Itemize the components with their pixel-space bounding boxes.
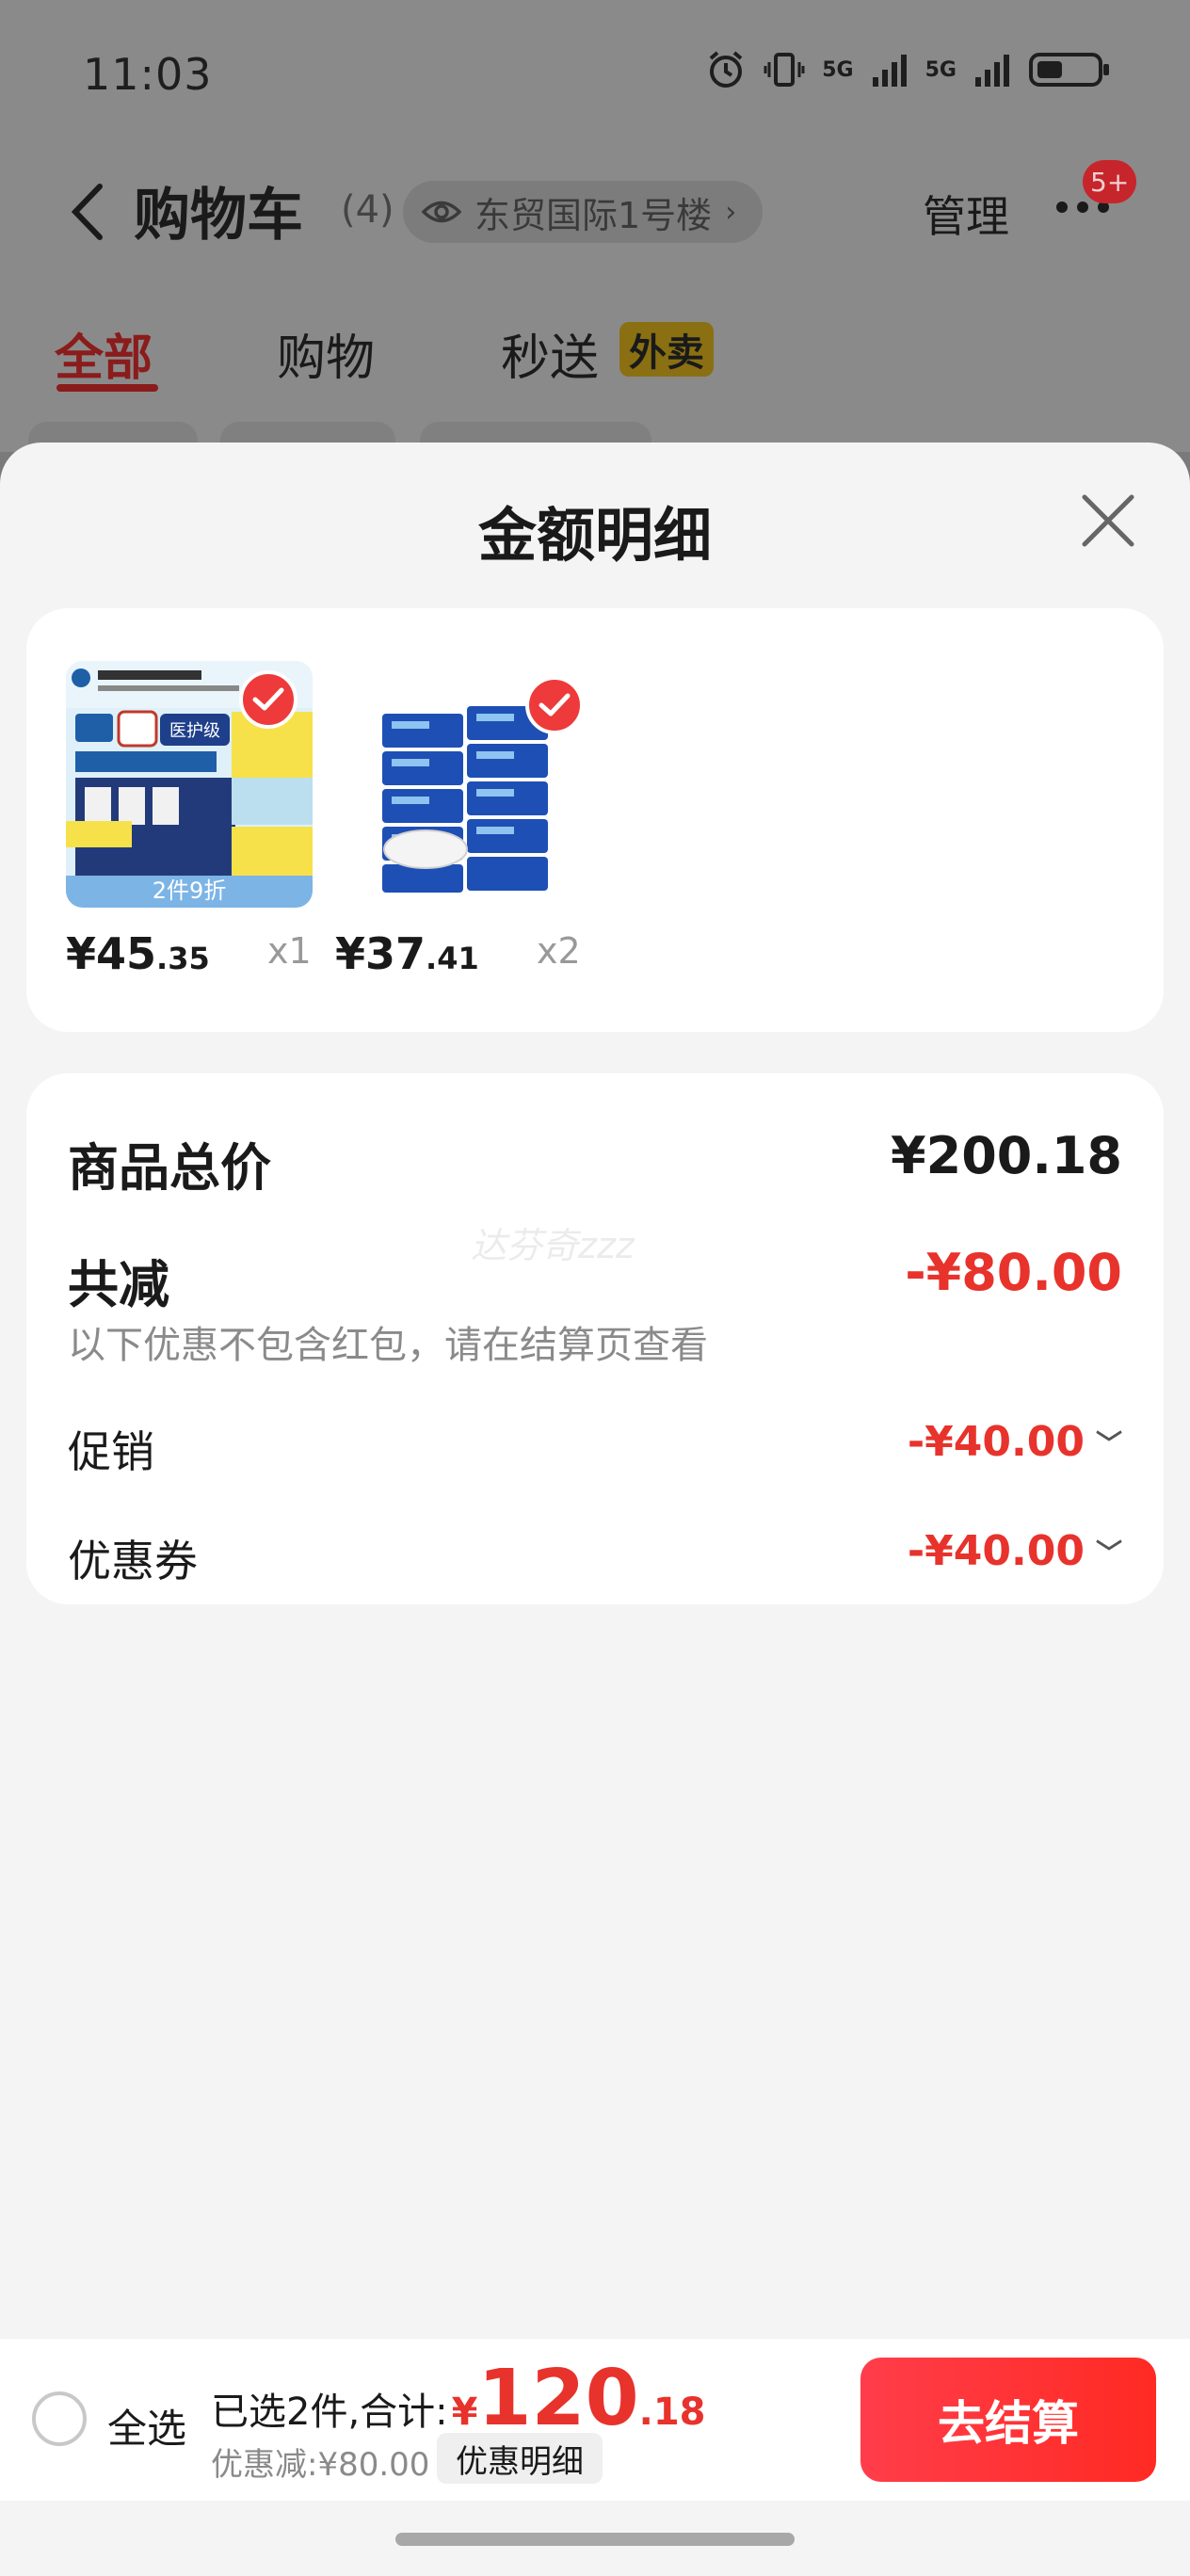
back-arrow-icon[interactable] [64, 179, 111, 245]
price-summary-card: 商品总价 ¥200.18 共减 -¥80.00 以下优惠不包含红包，请在结算页查… [26, 1073, 1164, 1604]
battery-icon [1029, 53, 1109, 87]
manage-button[interactable]: 管理 [923, 183, 1009, 245]
product-item[interactable]: ¥37.41 x2 [335, 661, 608, 981]
total-prefix: 已选2件,合计: [211, 2391, 448, 2434]
total-price-label: 商品总价 [68, 1138, 271, 1198]
page-title: 购物车 [134, 183, 303, 249]
category-tabs: 全部 购物 秒送 外卖 [0, 311, 1190, 395]
tab-shopping[interactable]: 购物 [277, 318, 375, 389]
chevron-down-icon: ﹀ [1095, 1427, 1122, 1459]
network-type-1: 5G [822, 57, 854, 82]
signal-icon-1 [872, 55, 907, 87]
product-price: ¥45.35 [66, 928, 210, 979]
total-integer: 120 [477, 2354, 639, 2443]
select-all-label[interactable]: 全选 [107, 2397, 186, 2455]
status-time: 11:03 [83, 49, 213, 100]
cart-count: (4) [341, 188, 394, 232]
discount-detail-button[interactable]: 优惠明细 [437, 2433, 603, 2484]
home-indicator[interactable] [395, 2533, 795, 2546]
address-text: 东贸国际1号楼 [474, 194, 713, 236]
tab-instant-delivery[interactable]: 秒送 [501, 318, 599, 389]
selected-total: 已选2件,合计: ¥ 120 .18 [211, 2354, 706, 2443]
address-selector[interactable]: 东贸国际1号楼 › [403, 181, 764, 243]
checkout-button[interactable]: 去结算 [860, 2358, 1156, 2482]
message-badge: 5+ [1083, 160, 1137, 203]
coupon-label: 优惠券 [68, 1536, 198, 1586]
close-icon[interactable] [1079, 491, 1137, 550]
total-price-row: 商品总价 ¥200.18 [68, 1126, 1122, 1198]
coupon-value: -¥40.00 ﹀ [907, 1527, 1122, 1575]
product-item[interactable]: 医护级 2件9折 ¥45.35 x1 [66, 661, 339, 981]
discount-summary: 优惠减:¥80.00 [211, 2446, 430, 2484]
status-icons: 5G 5G [705, 49, 1111, 90]
signal-icon-2 [975, 55, 1009, 87]
total-currency: ¥ [451, 2391, 478, 2434]
total-reduction-label: 共减 [68, 1255, 169, 1314]
product-image-label: 医护级 [169, 721, 220, 741]
sheet-title: 金额明细 [477, 501, 712, 570]
alarm-icon [709, 51, 743, 88]
network-type-2: 5G [925, 57, 957, 82]
active-tab-underline [56, 384, 158, 392]
amount-detail-sheet: 金额明细 医护级 2件9折 ¥45.35 x1 ¥37.41 x2 商品总价 ¥… [0, 443, 1190, 2576]
tab-all[interactable]: 全部 [55, 318, 153, 389]
takeout-tag: 外卖 [619, 322, 714, 377]
selected-items-card: 医护级 2件9折 ¥45.35 x1 ¥37.41 x2 [26, 608, 1164, 1032]
top-nav: 购物车 (4) 东贸国际1号楼 › 管理 5+ [0, 160, 1190, 264]
total-decimal: .18 [638, 2391, 706, 2434]
product-quantity: x2 [537, 930, 581, 972]
eye-icon [422, 201, 461, 223]
gesture-area [0, 2501, 1190, 2576]
background-page: 11:03 5G 5G 购物车 (4) 东贸国际1号楼 › 管理 5+ 全部 购… [0, 0, 1190, 459]
checkout-bar: 全选 已选2件,合计: ¥ 120 .18 优惠减:¥80.00 优惠明细 去结… [0, 2339, 1190, 2501]
chevron-right-icon: › [725, 195, 737, 229]
promotion-value: -¥40.00 ﹀ [907, 1418, 1122, 1466]
status-bar: 11:03 5G 5G [0, 0, 1190, 151]
selected-check-icon [239, 670, 298, 729]
product-quantity: x1 [267, 930, 312, 972]
vibrate-icon [764, 53, 805, 87]
total-price-value: ¥200.18 [891, 1126, 1122, 1185]
product-price: ¥37.41 [335, 928, 479, 979]
total-reduction-value: -¥80.00 [905, 1243, 1122, 1302]
chevron-down-icon: ﹀ [1095, 1537, 1122, 1569]
selected-check-icon [525, 676, 584, 734]
reduction-note: 以下优惠不包含红包，请在结算页查看 [68, 1324, 708, 1367]
watermark: 达芬奇zzz [471, 1225, 635, 1266]
coupon-row[interactable]: 优惠券 -¥40.00 ﹀ [68, 1527, 1122, 1587]
select-all-radio[interactable] [32, 2391, 87, 2446]
promotion-label: 促销 [68, 1426, 154, 1477]
promotion-row[interactable]: 促销 -¥40.00 ﹀ [68, 1418, 1122, 1478]
promo-tag: 2件9折 [152, 877, 227, 904]
